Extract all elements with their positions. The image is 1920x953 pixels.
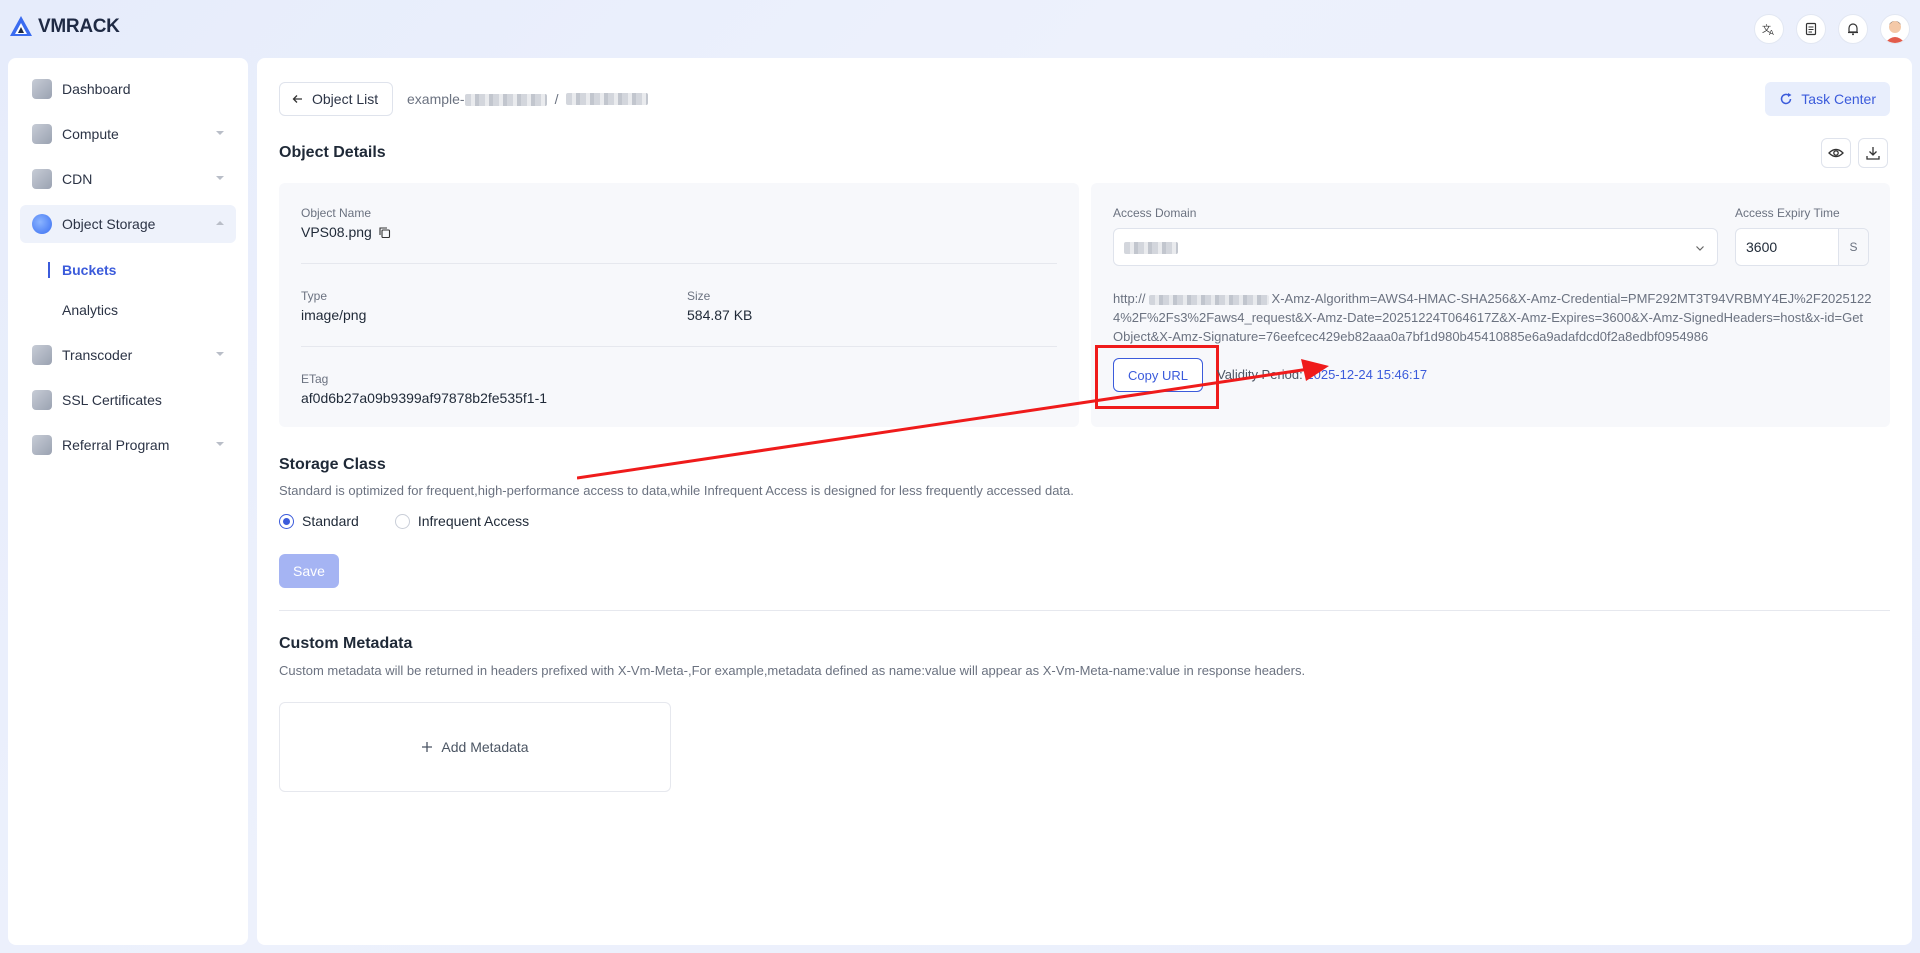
size-value: 584.87 KB: [687, 307, 753, 323]
chevron-down-icon: [216, 176, 224, 180]
object-name-value: VPS08.png: [301, 224, 372, 240]
breadcrumb: example- /: [407, 91, 649, 107]
sidebar-subitem-label: Buckets: [62, 262, 117, 278]
breadcrumb-bucket[interactable]: example-: [407, 91, 547, 107]
redacted-domain: [1124, 242, 1178, 254]
object-details-title: Object Details: [279, 144, 386, 161]
chevron-down-icon: [216, 352, 224, 356]
compute-icon: [32, 124, 52, 144]
task-center-label: Task Center: [1801, 91, 1876, 107]
radio-standard-label[interactable]: Standard: [302, 513, 359, 529]
sidebar-subitem-label: Analytics: [62, 302, 119, 318]
divider: [279, 610, 1890, 611]
size-label: Size: [687, 289, 711, 303]
download-icon: [1866, 147, 1880, 160]
dashboard-icon: [32, 79, 52, 99]
plus-icon: [422, 742, 433, 752]
sidebar-item-label: CDN: [62, 171, 93, 187]
etag-label: ETag: [301, 372, 329, 386]
sidebar-item-label: Dashboard: [62, 81, 131, 97]
expiry-value: 3600: [1746, 239, 1778, 255]
sidebar-item-ssl-certificates[interactable]: SSL Certificates: [20, 381, 236, 419]
add-metadata-label: Add Metadata: [441, 739, 529, 755]
etag-value: af0d6b27a09b9399af97878b2fe535f1-1: [301, 390, 548, 406]
redacted-text: [464, 94, 547, 107]
storage-class-title: Storage Class: [279, 456, 386, 473]
type-value: image/png: [301, 307, 367, 323]
svg-text:A: A: [1769, 29, 1774, 36]
storage-class-options: Standard Infrequent Access: [279, 513, 529, 529]
sidebar-item-cdn[interactable]: CDN: [20, 160, 236, 198]
sidebar-item-label: Transcoder: [62, 347, 133, 363]
object-storage-icon: [32, 214, 52, 234]
add-metadata-button[interactable]: Add Metadata: [279, 702, 671, 792]
bell-icon[interactable]: [1838, 14, 1868, 44]
access-expiry-input[interactable]: 3600 S: [1735, 228, 1869, 266]
sidebar: Dashboard Compute CDN Object Storage Buc…: [8, 58, 248, 945]
arrow-left-icon: [292, 95, 302, 103]
cdn-icon: [32, 169, 52, 189]
radio-infrequent-access-label[interactable]: Infrequent Access: [418, 513, 529, 529]
object-name-label: Object Name: [301, 206, 372, 220]
chevron-down-icon: [1696, 246, 1704, 251]
sidebar-subitem-analytics[interactable]: Analytics: [40, 290, 248, 330]
back-to-object-list-button[interactable]: Object List: [279, 82, 394, 116]
divider: [301, 263, 1057, 264]
copy-icon[interactable]: [378, 226, 391, 239]
save-button[interactable]: Save: [279, 554, 339, 588]
access-domain-select[interactable]: [1113, 228, 1718, 266]
signed-url-text: http://X-Amz-Algorithm=AWS4-HMAC-SHA256&…: [1113, 291, 1872, 344]
task-center-button[interactable]: Task Center: [1765, 82, 1890, 116]
radio-infrequent-access[interactable]: [394, 513, 410, 529]
main-panel: Object List example- / Task Center Objec…: [257, 58, 1912, 945]
sidebar-item-label: Compute: [62, 126, 119, 142]
sidebar-item-object-storage[interactable]: Object Storage: [20, 205, 236, 243]
translate-icon[interactable]: 文A: [1754, 14, 1784, 44]
back-button-label: Object List: [312, 91, 379, 107]
annotation-arrow-icon: [577, 359, 1329, 480]
sidebar-item-referral-program[interactable]: Referral Program: [20, 426, 236, 464]
chevron-down-icon: [216, 442, 224, 446]
ssl-icon: [32, 390, 52, 410]
document-icon[interactable]: [1796, 14, 1826, 44]
custom-metadata-title: Custom Metadata: [279, 635, 413, 652]
eye-icon: [1828, 148, 1844, 158]
radio-standard[interactable]: [279, 513, 294, 529]
transcoder-icon: [32, 345, 52, 365]
breadcrumb-object-redacted: [566, 93, 649, 105]
custom-metadata-description: Custom metadata will be returned in head…: [279, 663, 1306, 678]
expiry-unit: S: [1838, 229, 1868, 265]
sidebar-item-label: Object Storage: [62, 216, 156, 232]
sidebar-item-label: Referral Program: [62, 437, 170, 453]
storage-class-description: Standard is optimized for frequent,high-…: [279, 483, 1074, 498]
chevron-down-icon: [216, 131, 224, 135]
chevron-up-icon: [216, 221, 224, 225]
breadcrumb-separator: /: [554, 91, 559, 107]
refresh-icon: [1781, 93, 1792, 105]
redacted-host: [1148, 294, 1269, 305]
referral-icon: [32, 435, 52, 455]
access-domain-label: Access Domain: [1113, 206, 1197, 220]
type-label: Type: [301, 289, 328, 303]
sidebar-subitem-buckets[interactable]: Buckets: [40, 250, 248, 290]
sidebar-item-transcoder[interactable]: Transcoder: [20, 336, 236, 374]
sidebar-item-dashboard[interactable]: Dashboard: [20, 70, 236, 108]
app-logo[interactable]: VMRACK: [8, 14, 120, 40]
vmrack-logo-icon: [10, 16, 32, 36]
download-button[interactable]: [1858, 138, 1888, 168]
top-bar: VMRACK 文A: [0, 0, 1920, 58]
divider: [301, 346, 1057, 347]
preview-button[interactable]: [1821, 138, 1851, 168]
user-avatar[interactable]: [1880, 14, 1910, 44]
access-expiry-label: Access Expiry Time: [1735, 206, 1840, 220]
sidebar-item-label: SSL Certificates: [62, 392, 162, 408]
app-name: VMRACK: [38, 16, 120, 37]
sidebar-item-compute[interactable]: Compute: [20, 115, 236, 153]
